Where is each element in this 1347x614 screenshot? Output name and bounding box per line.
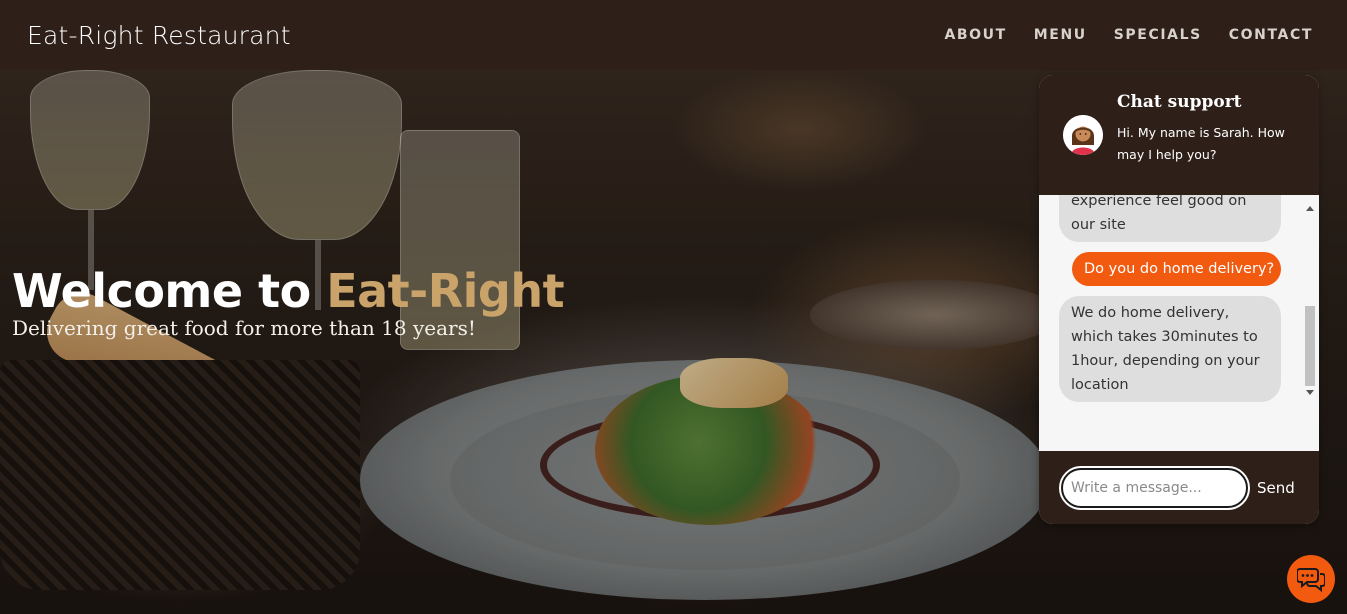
- nav-link-menu[interactable]: MENU: [1034, 27, 1087, 43]
- message-input[interactable]: [1059, 466, 1250, 510]
- hero-title-prefix: Welcome to: [12, 264, 327, 318]
- scrollbar-thumb[interactable]: [1305, 306, 1315, 386]
- hero-title: Welcome to Eat-Right: [12, 262, 565, 320]
- nav-links: ABOUT MENU SPECIALS CONTACT: [944, 27, 1313, 43]
- chat-footer: Send: [1039, 451, 1319, 524]
- navbar: Eat-Right Restaurant ABOUT MENU SPECIALS…: [0, 0, 1347, 70]
- chat-messages-area[interactable]: experience feel good on our site Do you …: [1039, 195, 1319, 451]
- brand-logo[interactable]: Eat-Right Restaurant: [27, 21, 291, 50]
- chat-scrollbar[interactable]: [1304, 202, 1316, 405]
- send-button[interactable]: Send: [1257, 479, 1295, 497]
- hero-text: Welcome to Eat-Right Delivering great fo…: [12, 262, 565, 340]
- chat-widget: Chat support Hi. My name is Sarah. How m…: [1039, 75, 1319, 524]
- message-list: experience feel good on our site Do you …: [1059, 195, 1281, 412]
- chat-title: Chat support: [1117, 92, 1242, 112]
- chat-header: Chat support Hi. My name is Sarah. How m…: [1039, 75, 1319, 195]
- bot-message: experience feel good on our site: [1059, 195, 1281, 242]
- nav-link-about[interactable]: ABOUT: [944, 27, 1006, 43]
- bot-message: We do home delivery, which takes 30minut…: [1059, 296, 1281, 402]
- nav-link-specials[interactable]: SPECIALS: [1114, 27, 1202, 43]
- scroll-down-arrow-icon[interactable]: [1306, 390, 1314, 395]
- user-message: Do you do home delivery?: [1072, 252, 1281, 286]
- chat-toggle-button[interactable]: [1287, 555, 1335, 603]
- support-agent-avatar: [1063, 115, 1103, 155]
- nav-link-contact[interactable]: CONTACT: [1229, 27, 1313, 43]
- chat-bubbles-icon: [1297, 568, 1325, 592]
- hero-title-accent: Eat-Right: [326, 264, 565, 318]
- scroll-up-arrow-icon[interactable]: [1306, 206, 1314, 211]
- chat-intro-text: Hi. My name is Sarah. How may I help you…: [1117, 125, 1285, 162]
